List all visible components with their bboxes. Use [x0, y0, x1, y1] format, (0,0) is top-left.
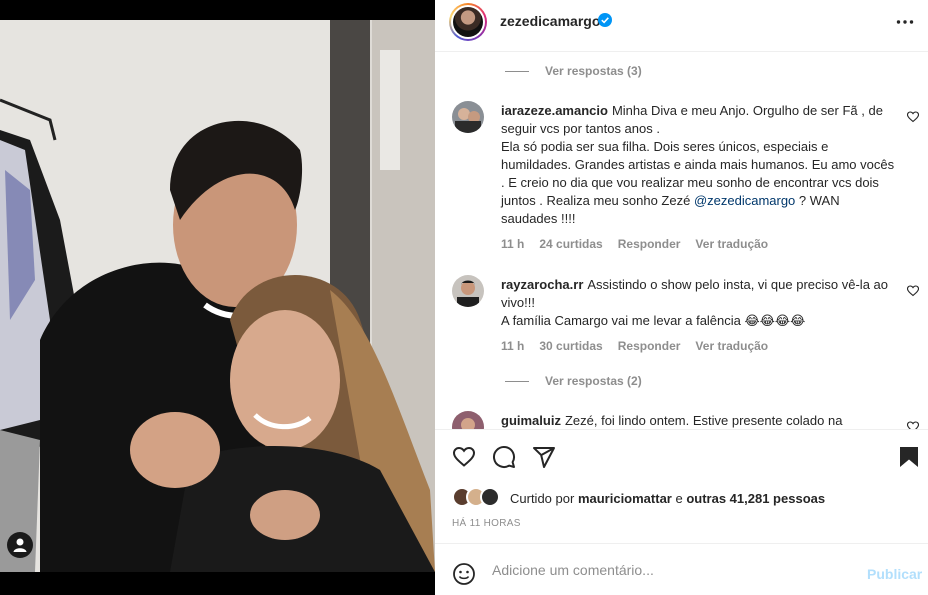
- view-replies-button[interactable]: Ver respostas (2): [505, 374, 642, 388]
- view-replies-label: Ver respostas (2): [545, 374, 642, 388]
- comments-list[interactable]: Ver respostas (3) iarazeze.amancio Minha …: [435, 52, 928, 429]
- instagram-post-view: zezedicamargo Ver respostas (3) iarazeze…: [0, 0, 928, 595]
- liked-by-avatars[interactable]: [452, 487, 506, 509]
- liked-by-connector: e: [675, 491, 683, 506]
- comment-username[interactable]: rayzarocha.rr: [501, 277, 583, 292]
- liker-avatar: [480, 487, 500, 507]
- replies-divider: [505, 380, 529, 382]
- commenter-avatar[interactable]: [452, 275, 484, 307]
- comment-body: rayzarocha.rr Assistindo o show pelo inst…: [501, 276, 896, 330]
- comment-reply-button[interactable]: Responder: [618, 237, 681, 251]
- add-comment-bar: Publicar: [435, 545, 928, 595]
- heart-icon[interactable]: [452, 445, 476, 469]
- comment-translate-button[interactable]: Ver tradução: [695, 339, 768, 353]
- post-header: zezedicamargo: [435, 0, 928, 52]
- view-replies-label: Ver respostas (3): [545, 64, 642, 78]
- heart-icon[interactable]: [907, 421, 919, 429]
- commenter-avatar[interactable]: [452, 101, 484, 133]
- replies-divider: [505, 70, 529, 72]
- comment-meta: 11 h 30 curtidas Responder Ver tradução: [501, 339, 783, 353]
- author-username[interactable]: zezedicamargo: [500, 13, 600, 29]
- post-photo[interactable]: [0, 20, 435, 572]
- emoji-smile-icon[interactable]: [452, 562, 476, 586]
- post-timestamp[interactable]: HÁ 11 HORAS: [452, 518, 521, 529]
- liked-by-others-link[interactable]: outras 41,281 pessoas: [686, 491, 825, 506]
- comment-translate-button[interactable]: Ver tradução: [695, 237, 768, 251]
- comment-likes-button[interactable]: 30 curtidas: [539, 339, 602, 353]
- comment-username[interactable]: guimaluiz: [501, 413, 561, 428]
- more-horizontal-icon[interactable]: [895, 12, 915, 32]
- post-image: [0, 20, 435, 572]
- comment-icon[interactable]: [492, 445, 516, 469]
- tagged-users-button[interactable]: [7, 532, 33, 558]
- comment-body: guimaluiz Zezé, foi lindo ontem. Estive p…: [501, 412, 896, 429]
- publish-button[interactable]: Publicar: [867, 566, 922, 582]
- heart-icon[interactable]: [907, 111, 919, 123]
- user-tag-icon: [13, 538, 27, 552]
- post-actions: Curtido por mauriciomattar e outras 41,2…: [435, 429, 928, 544]
- comment-input[interactable]: [492, 559, 862, 581]
- comment-meta: 11 h 24 curtidas Responder Ver tradução: [501, 237, 783, 251]
- comment-likes-button[interactable]: 24 curtidas: [539, 237, 602, 251]
- liked-by-prefix: Curtido por: [510, 491, 575, 506]
- comment-reply-button[interactable]: Responder: [618, 339, 681, 353]
- liked-by-user-link[interactable]: mauriciomattar: [578, 491, 672, 506]
- author-avatar[interactable]: [449, 3, 487, 41]
- comment-time: 11 h: [501, 339, 525, 353]
- comment-text: Zezé, foi lindo ontem. Estive presente c…: [564, 413, 843, 428]
- comment-username[interactable]: iarazeze.amancio: [501, 103, 608, 118]
- post-details-panel: zezedicamargo Ver respostas (3) iarazeze…: [435, 0, 928, 595]
- commenter-avatar[interactable]: [452, 411, 484, 429]
- view-replies-button[interactable]: Ver respostas (3): [505, 64, 642, 78]
- comment-emoji: 😂😂😂😂: [744, 313, 806, 328]
- liked-by-summary: Curtido por mauriciomattar e outras 41,2…: [510, 491, 825, 506]
- comment-mention-link[interactable]: @zezedicamargo: [694, 193, 795, 208]
- heart-icon[interactable]: [907, 285, 919, 297]
- comment-time: 11 h: [501, 237, 525, 251]
- bookmark-icon[interactable]: [898, 445, 920, 469]
- comment-body: iarazeze.amancio Minha Diva e meu Anjo. O…: [501, 102, 896, 228]
- verified-badge-icon: [598, 13, 612, 27]
- send-icon[interactable]: [532, 445, 556, 469]
